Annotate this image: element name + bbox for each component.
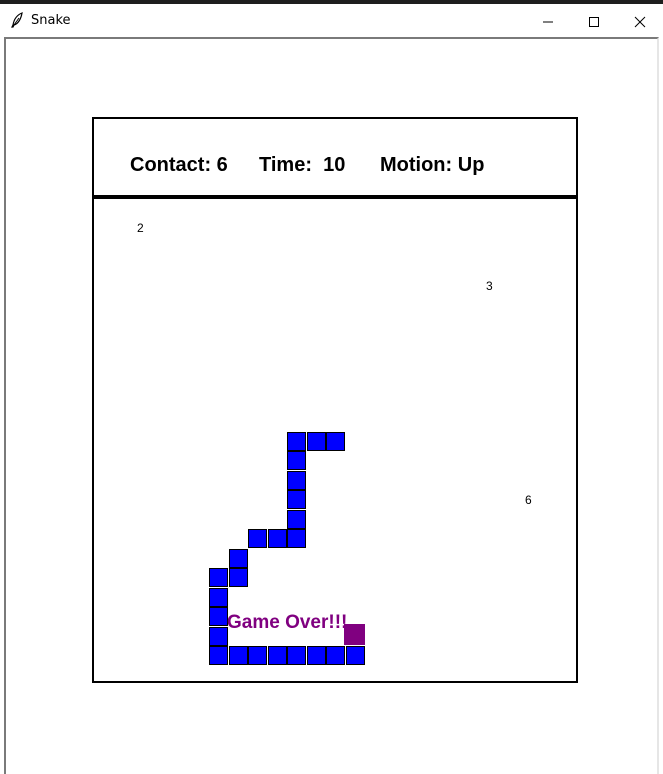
snake-segment [326,646,345,665]
snake-segment [248,646,267,665]
snake-segment [209,568,228,587]
snake-segment [228,548,248,568]
snake-segment [306,431,326,451]
snake-segment [287,470,306,490]
snake-segment [287,431,306,451]
close-button[interactable] [617,8,663,36]
play-field[interactable]: 2 3 6 Game Over!!! [94,199,576,681]
maximize-button[interactable] [571,8,617,36]
maximize-icon [589,17,599,27]
food-item: 3 [486,279,493,293]
snake-segment [345,646,365,665]
snake-segment [306,646,326,665]
title-bar: Snake [0,0,663,37]
game-board[interactable]: Contact: 6 Time: 10 Motion: Up 2 3 6 Gam… [92,117,578,683]
status-header: Contact: 6 Time: 10 Motion: Up [94,119,576,195]
food-item: 6 [525,493,532,507]
snake-segment [287,529,306,548]
snake-segment [267,646,287,665]
snake-segment [209,646,228,665]
window-title: Snake [31,13,71,28]
snake-segment [248,529,267,548]
snake-segment [209,587,228,607]
snake-segment [209,626,228,646]
snake-segment [228,568,248,587]
close-icon [634,16,646,28]
food-item: 2 [137,221,144,235]
minimize-button[interactable] [525,8,571,36]
time-counter: Time: 10 [259,154,346,176]
minimize-icon [543,21,553,23]
feather-icon [10,12,24,28]
snake-segment [287,451,306,470]
snake-segment [228,646,248,665]
snake-segment [326,431,345,451]
motion-indicator: Motion: Up [380,154,485,176]
snake-segment [287,490,306,509]
snake-segment [287,509,306,529]
snake-segment [209,607,228,626]
contact-counter: Contact: 6 [130,154,228,176]
snake-segment [267,529,287,548]
game-over-message: Game Over!!! [227,612,348,633]
snake-segment [287,646,306,665]
